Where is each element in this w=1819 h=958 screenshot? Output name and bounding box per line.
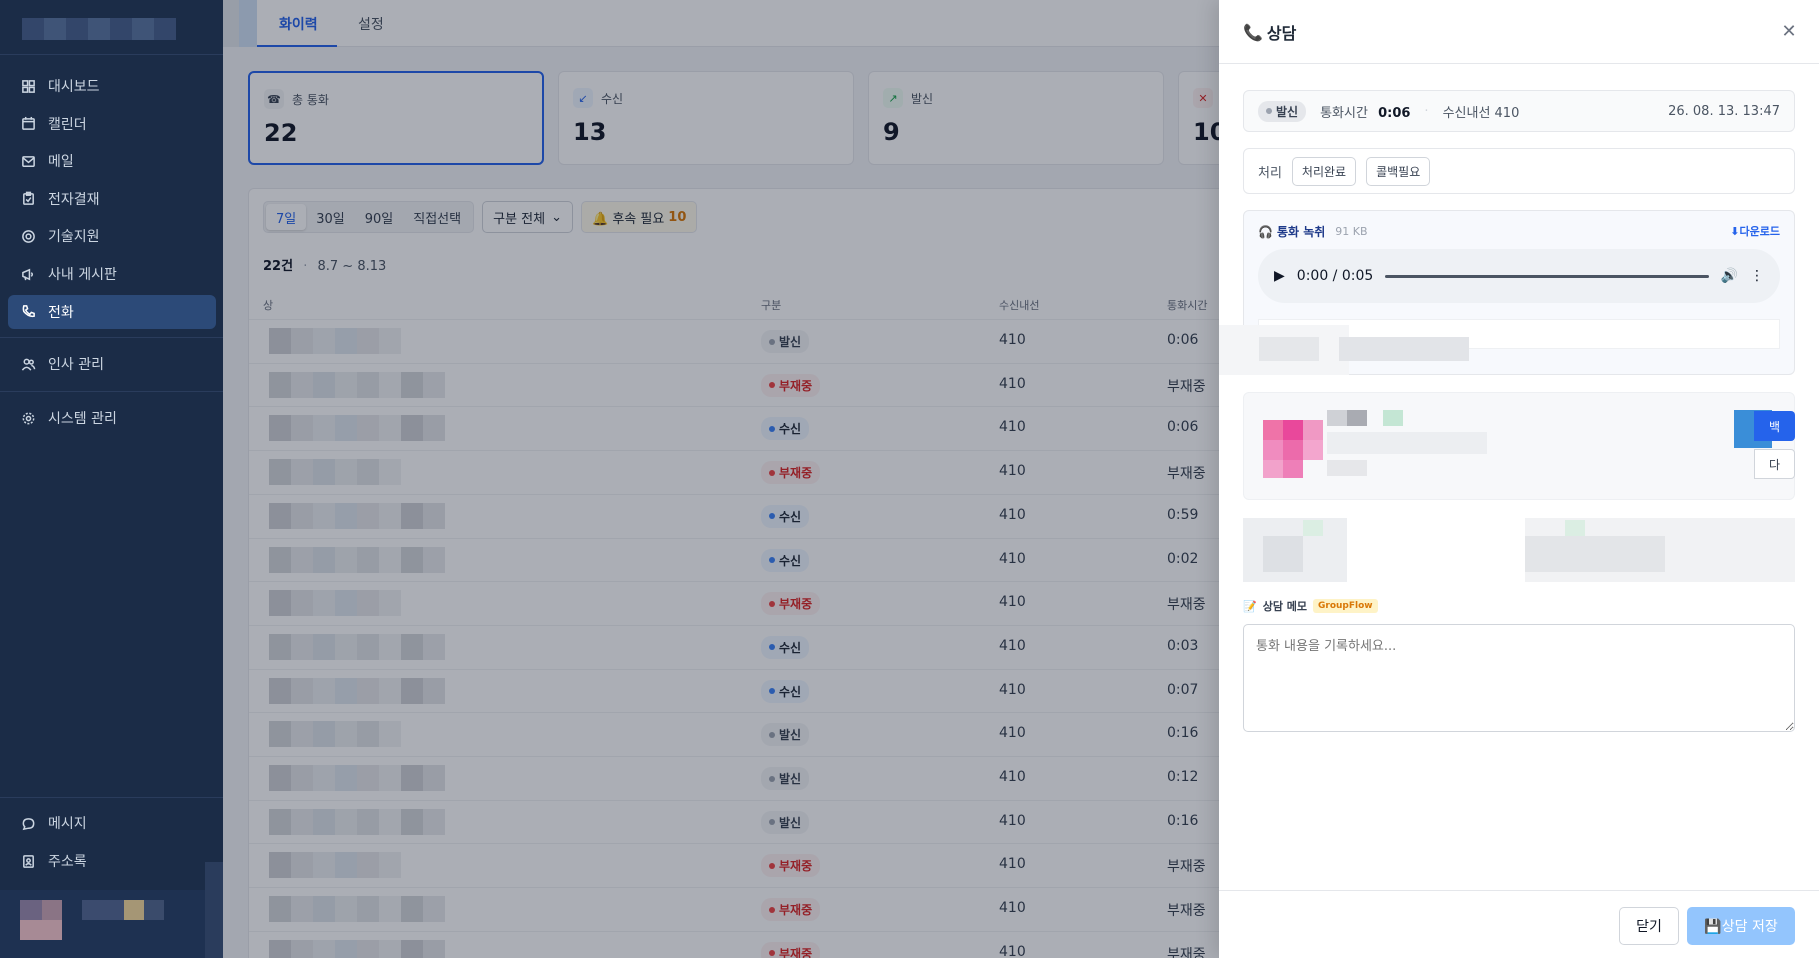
sidebar-item-label: 대시보드 <box>48 79 100 95</box>
sidebar-item-phone[interactable]: 전화 <box>8 294 216 329</box>
audio-progress-track[interactable] <box>1385 274 1709 278</box>
sidebar-item-label: 메일 <box>48 154 74 171</box>
gear-icon <box>20 410 36 426</box>
sidebar-item-megaphone[interactable]: 사내 게시판 <box>8 257 216 291</box>
clipboard-icon <box>20 191 36 207</box>
calendar-icon <box>20 116 36 132</box>
sidebar-item-grid[interactable]: 대시보드 <box>8 69 216 103</box>
megaphone-icon <box>20 266 36 282</box>
grid-icon <box>20 78 36 94</box>
download-link[interactable]: ⬇다운로드 <box>1730 223 1780 239</box>
sidebar-item-label: 인사 관리 <box>48 357 104 373</box>
callback-button[interactable]: 백 <box>1754 411 1795 441</box>
sidebar-divider <box>0 797 223 798</box>
memo-label: 📝 상담 메모 GroupFlow <box>1243 598 1378 614</box>
direction-badge: 발신 <box>1258 100 1307 122</box>
process-label: 처리 <box>1258 165 1282 181</box>
headphones-icon: 🎧 <box>1258 224 1273 239</box>
play-icon[interactable]: ▶ <box>1274 268 1285 284</box>
sidebar-item-lifebuoy[interactable]: 기술지원 <box>8 219 216 253</box>
sidebar-divider <box>0 337 223 338</box>
duration-info: 통화시간 0:06 <box>1320 105 1411 121</box>
ext-info: 수신내선 410 <box>1442 105 1520 121</box>
sidebar-divider <box>0 391 223 392</box>
sidebar-item-addressbook[interactable]: 주소록 <box>8 844 216 878</box>
sidebar-item-gear[interactable]: 시스템 관리 <box>8 401 216 435</box>
phone-icon <box>20 304 36 320</box>
phone-icon: 📞 <box>1243 22 1263 42</box>
audio-player[interactable]: ▶ 0:00 / 0:05 🔊 ⋮ <box>1258 249 1780 303</box>
audio-time: 0:00 / 0:05 <box>1296 268 1374 284</box>
sidebar-item-chat[interactable]: 메시지 <box>8 806 216 840</box>
recording-size: 91 KB <box>1335 225 1368 238</box>
sidebar-item-label: 캘린더 <box>48 116 87 133</box>
sidebar-item-label: 주소록 <box>48 854 87 870</box>
call-info-bar: 발신 통화시간 0:06 · 수신내선 410 26. 08. 13. 13:4… <box>1243 90 1795 132</box>
consult-drawer: 📞 상담 ✕ 발신 통화시간 0:06 · 수신내선 410 26. 08. 1… <box>1219 0 1819 958</box>
blurred-fields <box>1243 518 1795 582</box>
sidebar-divider <box>0 54 223 55</box>
more-icon[interactable]: ⋮ <box>1750 268 1764 284</box>
lifebuoy-icon <box>20 228 36 244</box>
user-profile[interactable] <box>0 862 223 958</box>
drawer-title-text: 상담 <box>1266 24 1297 43</box>
memo-badge: GroupFlow <box>1313 599 1378 613</box>
sidebar-item-label: 사내 게시판 <box>48 267 117 283</box>
logo <box>22 18 182 48</box>
drawer-title: 📞 상담 <box>1243 20 1296 44</box>
callback-needed-button[interactable]: 콜백필요 <box>1366 156 1431 186</box>
contact-card <box>1243 392 1795 500</box>
sidebar: 대시보드캘린더메일전자결재기술지원사내 게시판전화 인사 관리시스템 관리 메시… <box>0 0 223 958</box>
memo-icon: 📝 <box>1243 599 1257 613</box>
save-consult-button[interactable]: 💾상담 저장 <box>1687 907 1795 945</box>
sidebar-item-label: 메시지 <box>48 816 87 832</box>
recording-title: 🎧 통화 녹취 91 KB <box>1258 224 1368 240</box>
call-datetime: 26. 08. 13. 13:47 <box>1668 103 1780 119</box>
volume-icon[interactable]: 🔊 <box>1721 268 1738 284</box>
blurred-content <box>1219 325 1469 375</box>
users-icon <box>20 356 36 372</box>
sidebar-item-label: 시스템 관리 <box>48 411 117 427</box>
secondary-button[interactable]: 다 <box>1754 449 1795 479</box>
process-row: 처리 처리완료 콜백필요 <box>1243 148 1795 194</box>
sidebar-item-label: 전화 <box>48 304 74 321</box>
sidebar-item-label: 전자결재 <box>48 191 100 208</box>
chat-icon <box>20 815 36 831</box>
sidebar-item-mail[interactable]: 메일 <box>8 144 216 178</box>
close-button[interactable]: 닫기 <box>1619 907 1679 945</box>
drawer-header: 📞 상담 ✕ <box>1219 0 1819 64</box>
addressbook-icon <box>20 853 36 869</box>
main-content: 화이력 설정 ☎ 총 통화 22 ↙ 수신 13 ↗ 발신 9 ✕ 10 7일 30일 90일 직접선택 … <box>223 0 1442 958</box>
sidebar-item-users[interactable]: 인사 관리 <box>8 347 216 381</box>
drawer-footer: 닫기 💾상담 저장 <box>1219 890 1819 958</box>
sidebar-item-label: 기술지원 <box>48 229 100 246</box>
sidebar-item-calendar[interactable]: 캘린더 <box>8 107 216 141</box>
close-icon[interactable]: ✕ <box>1778 20 1800 42</box>
sidebar-item-clipboard[interactable]: 전자결재 <box>8 182 216 216</box>
done-button[interactable]: 처리완료 <box>1291 156 1357 186</box>
memo-textarea[interactable] <box>1243 624 1795 732</box>
mail-icon <box>20 153 36 169</box>
